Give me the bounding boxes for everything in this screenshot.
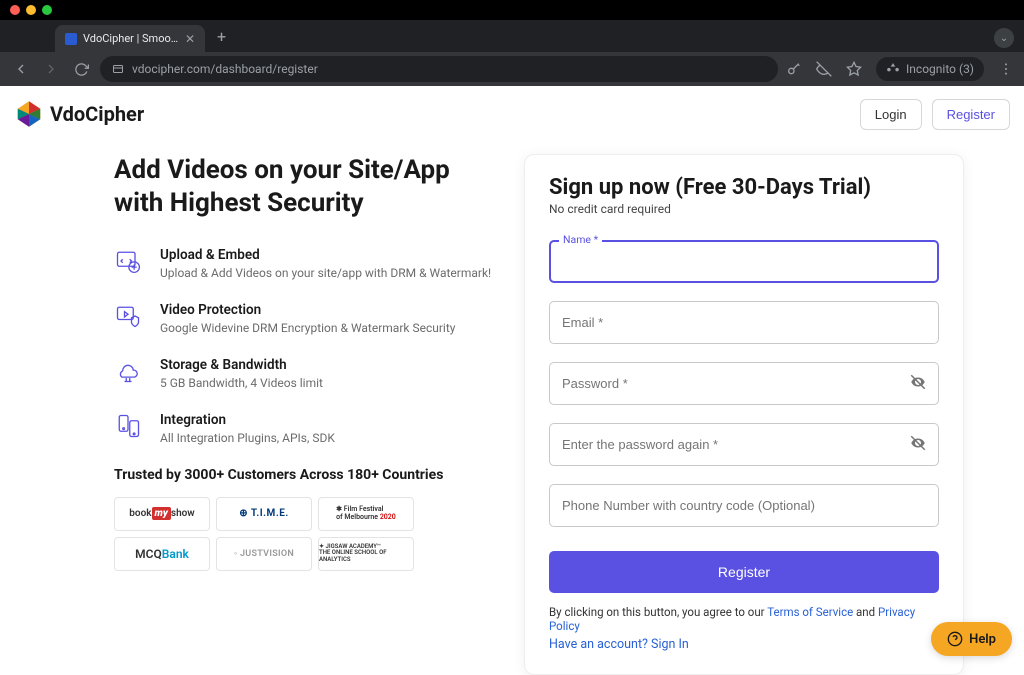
logo-mark-icon [14,99,44,129]
signup-card: Sign up now (Free 30-Days Trial) No cred… [524,154,964,675]
password-confirm-input[interactable] [549,423,939,466]
trusted-heading: Trusted by 3000+ Customers Across 180+ C… [114,467,504,483]
url-text: vdocipher.com/dashboard/register [132,62,318,76]
window-dropdown-icon[interactable]: ⌄ [994,28,1014,48]
customer-logos: bookmyshow ⊕ T.I.M.E. ✱ Film Festivalof … [114,497,504,571]
integration-icon [114,412,142,440]
password-field-wrapper [549,362,939,405]
feature-title: Video Protection [160,302,455,318]
customer-logo-time: ⊕ T.I.M.E. [216,497,312,531]
form-subtitle: No credit card required [549,202,939,216]
customer-logo-justvision: ◦ JustVision [216,537,312,571]
password-input[interactable] [549,362,939,405]
browser-tab[interactable]: VdoCipher | Smooth, secure s ✕ [55,25,205,52]
feature-title: Upload & Embed [160,247,491,263]
brand-logo[interactable]: VdoCipher [14,99,144,129]
window-zoom-dot[interactable] [42,5,52,15]
feature-desc: 5 GB Bandwidth, 4 Videos limit [160,376,323,390]
help-widget[interactable]: Help [931,622,1012,656]
phone-input[interactable] [549,484,939,527]
customer-logo-filmfestival: ✱ Film Festivalof Melbourne 2020 [318,497,414,531]
help-icon [947,631,963,647]
new-tab-button[interactable]: + [205,27,238,52]
reload-button[interactable] [70,58,92,80]
customer-logo-mcqbank: MCQBank [114,537,210,571]
feature-protection: Video Protection Google Widevine DRM Enc… [114,302,504,335]
feature-upload: Upload & Embed Upload & Add Videos on yo… [114,247,504,280]
tab-close-icon[interactable]: ✕ [185,33,195,45]
name-field-wrapper: Name * [549,240,939,283]
address-field[interactable]: vdocipher.com/dashboard/register [100,56,778,82]
window-close-dot[interactable] [10,5,20,15]
page-heading: Add Videos on your Site/App with Highest… [114,154,504,221]
browser-tab-bar: VdoCipher | Smooth, secure s ✕ + ⌄ [0,20,1024,52]
customer-logo-jigsaw: ✦ JIGSAW ACADEMY™THE ONLINE SCHOOL OF AN… [318,537,414,571]
site-settings-icon [112,63,124,75]
incognito-icon [886,62,900,76]
back-button[interactable] [10,58,32,80]
name-label: Name * [559,233,602,246]
password-confirm-field-wrapper [549,423,939,466]
video-protection-icon [114,302,142,330]
feature-desc: Google Widevine DRM Encryption & Waterma… [160,321,455,335]
site-header: VdoCipher Login Register [0,86,1024,142]
form-title: Sign up now (Free 30-Days Trial) [549,175,939,200]
email-input[interactable] [549,301,939,344]
upload-embed-icon [114,247,142,275]
brand-name: VdoCipher [50,102,144,126]
password-key-icon[interactable] [786,61,802,77]
storage-bandwidth-icon [114,357,142,385]
customer-logo-bookmyshow: bookmyshow [114,497,210,531]
incognito-badge[interactable]: Incognito (3) [876,57,984,81]
marketing-panel: Add Videos on your Site/App with Highest… [114,154,504,675]
browser-address-bar: vdocipher.com/dashboard/register Incogni… [0,52,1024,86]
feature-integration: Integration All Integration Plugins, API… [114,412,504,445]
feature-storage: Storage & Bandwidth 5 GB Bandwidth, 4 Vi… [114,357,504,390]
macos-titlebar [0,0,1024,20]
page-content: VdoCipher Login Register Add Videos on y… [0,86,1024,666]
phone-field-wrapper [549,484,939,527]
feature-title: Storage & Bandwidth [160,357,323,373]
email-field-wrapper [549,301,939,344]
agree-text: By clicking on this button, you agree to… [549,605,939,633]
eye-off-icon[interactable] [816,61,832,77]
register-nav-button[interactable]: Register [932,99,1010,130]
feature-title: Integration [160,412,335,428]
toggle-password-icon[interactable] [909,373,927,395]
forward-button[interactable] [40,58,62,80]
register-submit-button[interactable]: Register [549,551,939,593]
feature-desc: Upload & Add Videos on your site/app wit… [160,266,491,280]
browser-menu-icon[interactable] [998,61,1014,77]
tos-link[interactable]: Terms of Service [767,605,853,619]
tab-title: VdoCipher | Smooth, secure s [83,32,179,45]
window-minimize-dot[interactable] [26,5,36,15]
signin-link[interactable]: Have an account? Sign In [549,637,689,652]
login-button[interactable]: Login [860,99,922,130]
feature-desc: All Integration Plugins, APIs, SDK [160,431,335,445]
name-input[interactable] [549,240,939,283]
tab-favicon [65,33,77,45]
toggle-password-confirm-icon[interactable] [909,434,927,456]
bookmark-star-icon[interactable] [846,61,862,77]
